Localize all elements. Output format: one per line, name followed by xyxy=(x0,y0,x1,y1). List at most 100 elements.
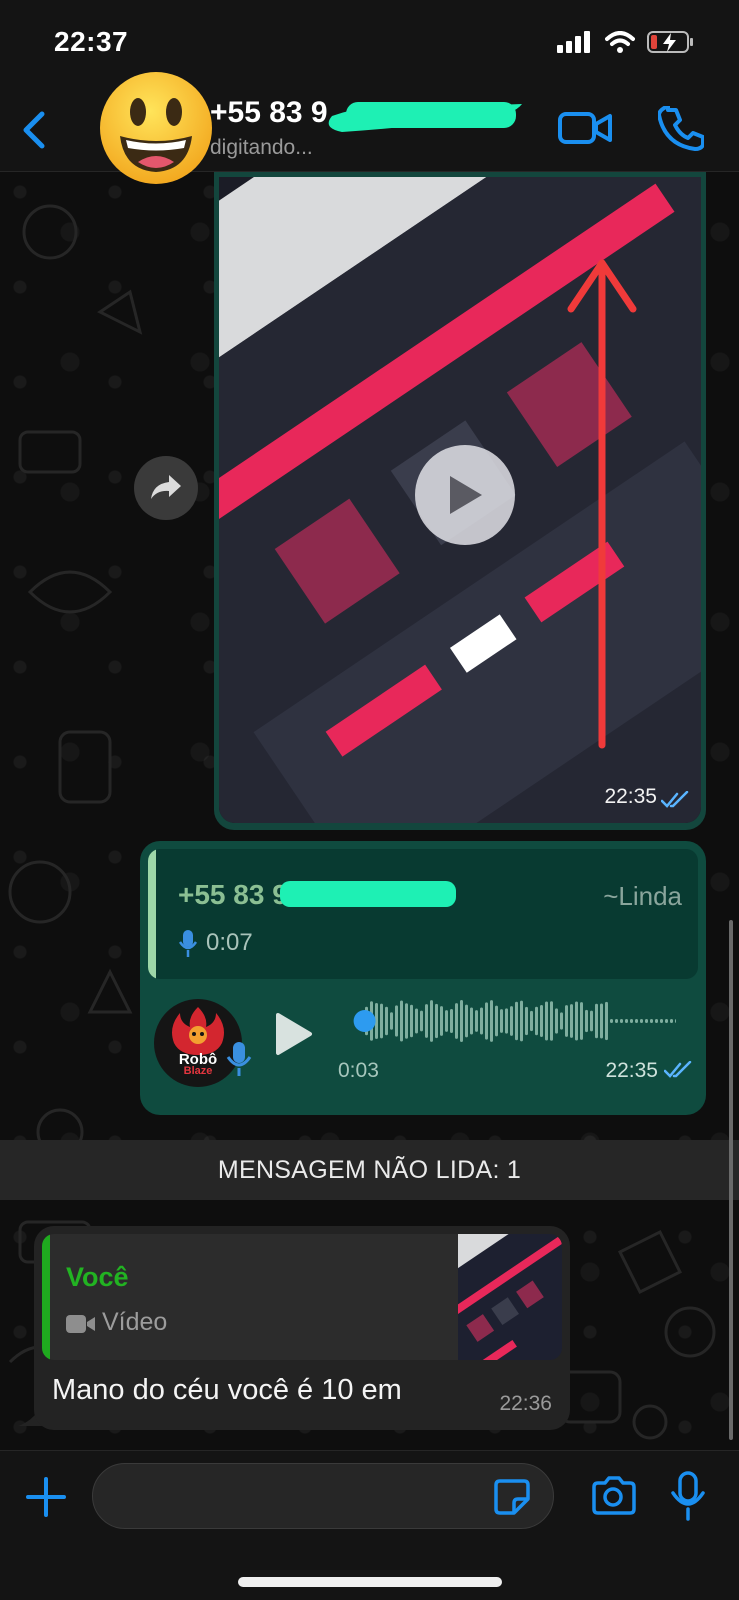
microphone-icon xyxy=(226,1042,252,1076)
waveform-bar xyxy=(510,1006,513,1036)
voice-call-button[interactable] xyxy=(658,106,704,152)
incoming-message-bubble[interactable]: Você Vídeo Mano do céu você é 10 em 22:3… xyxy=(34,1226,570,1430)
unread-messages-banner: MENSAGEM NÃO LIDA: 1 xyxy=(0,1140,739,1200)
waveform-bar xyxy=(595,1003,598,1039)
video-message-bubble[interactable]: 22:35 xyxy=(214,172,706,830)
waveform-bar xyxy=(485,1002,488,1040)
quote-accent-bar xyxy=(148,849,156,979)
read-receipt-icon xyxy=(664,1061,692,1078)
waveform-bars xyxy=(360,1000,676,1042)
chat-scrollbar[interactable] xyxy=(729,920,733,1440)
waveform-bar xyxy=(590,1010,593,1032)
waveform-bar xyxy=(480,1007,483,1035)
back-button[interactable] xyxy=(14,106,54,154)
chat-screen: 22:37 +55 83 9 digitando... 22:35 +55 83… xyxy=(0,0,739,1600)
quoted-duration: 0:07 xyxy=(206,929,253,956)
waveform-bar xyxy=(435,1003,438,1039)
wifi-icon xyxy=(605,31,635,53)
waveform-bar xyxy=(550,1001,553,1041)
quoted-media-label: Vídeo xyxy=(102,1308,168,1336)
microphone-icon xyxy=(178,930,198,957)
camera-button[interactable] xyxy=(590,1475,636,1517)
contact-name[interactable]: +55 83 9 xyxy=(210,96,328,130)
waveform-bar xyxy=(575,1001,578,1041)
message-text: Mano do céu você é 10 em xyxy=(52,1374,402,1406)
waveform-bar xyxy=(635,1019,638,1023)
audio-play-button[interactable] xyxy=(274,1011,314,1057)
waveform-bar xyxy=(660,1019,663,1023)
waveform-bar xyxy=(605,1001,608,1041)
waveform-bar xyxy=(395,1005,398,1037)
waveform-bar xyxy=(465,1004,468,1038)
waveform-bar xyxy=(430,1000,433,1042)
quoted-message[interactable]: Você Vídeo xyxy=(42,1234,562,1360)
waveform-bar xyxy=(500,1009,503,1033)
audio-message-bubble[interactable]: +55 83 9 ~Linda 0:07 Robô Blaze 0:03 22:… xyxy=(140,841,706,1115)
quoted-alias: ~Linda xyxy=(603,881,682,911)
audio-waveform[interactable] xyxy=(336,991,676,1051)
sticker-button[interactable] xyxy=(492,1477,532,1517)
quoted-sender: Você xyxy=(66,1262,129,1292)
message-time: 22:36 xyxy=(499,1392,552,1415)
video-play-button[interactable] xyxy=(415,445,515,545)
forward-icon xyxy=(151,475,181,499)
play-icon xyxy=(450,476,482,514)
waveform-bar xyxy=(640,1019,643,1023)
waveform-bar xyxy=(535,1006,538,1036)
waveform-bar xyxy=(470,1007,473,1035)
waveform-bar xyxy=(415,1008,418,1034)
quoted-video-preview xyxy=(458,1234,562,1360)
waveform-bar xyxy=(675,1019,676,1023)
waveform-bar xyxy=(455,1003,458,1039)
waveform-bar xyxy=(495,1005,498,1037)
waveform-bar xyxy=(520,1000,523,1042)
waveform-bar xyxy=(600,1003,603,1039)
waveform-bar xyxy=(665,1019,668,1023)
waveform-bar xyxy=(440,1006,443,1036)
waveform-bar xyxy=(565,1005,568,1037)
message-composer xyxy=(0,1450,739,1600)
contact-avatar[interactable] xyxy=(98,70,214,186)
waveform-bar xyxy=(515,1001,518,1041)
waveform-bar xyxy=(650,1019,653,1023)
contact-status: digitando... xyxy=(210,136,313,159)
waveform-bar xyxy=(645,1019,648,1023)
attach-button[interactable] xyxy=(24,1475,68,1519)
video-call-button[interactable] xyxy=(558,108,612,148)
waveform-bar xyxy=(490,1000,493,1042)
waveform-bar xyxy=(580,1002,583,1040)
quoted-message[interactable]: +55 83 9 ~Linda 0:07 xyxy=(148,849,698,979)
video-camera-icon xyxy=(66,1315,95,1333)
waveform-bar xyxy=(450,1008,453,1034)
microphone-button[interactable] xyxy=(670,1471,706,1521)
waveform-bar xyxy=(615,1019,618,1023)
audio-scrubber[interactable] xyxy=(353,1010,376,1032)
waveform-bar xyxy=(655,1019,658,1023)
message-input[interactable] xyxy=(92,1463,554,1529)
waveform-bar xyxy=(390,1012,393,1030)
video-thumbnail[interactable]: 22:35 xyxy=(219,177,701,823)
waveform-bar xyxy=(620,1019,623,1023)
waveform-bar xyxy=(585,1009,588,1033)
waveform-bar xyxy=(540,1005,543,1037)
quote-accent-bar xyxy=(42,1234,50,1360)
waveform-bar xyxy=(385,1006,388,1036)
waveform-bar xyxy=(445,1010,448,1032)
waveform-bar xyxy=(410,1004,413,1038)
read-receipt-icon xyxy=(661,791,689,808)
waveform-bar xyxy=(670,1019,673,1023)
quoted-video-thumbnail xyxy=(458,1234,562,1360)
waveform-bar xyxy=(420,1010,423,1032)
waveform-bar xyxy=(425,1004,428,1038)
waveform-bar xyxy=(400,1000,403,1042)
forward-button[interactable] xyxy=(134,456,198,520)
battery-charging-icon xyxy=(647,31,693,53)
home-indicator[interactable] xyxy=(238,1577,502,1587)
waveform-bar xyxy=(545,1001,548,1041)
waveform-bar xyxy=(625,1019,628,1023)
status-time: 22:37 xyxy=(54,26,129,57)
unread-banner-text: MENSAGEM NÃO LIDA: 1 xyxy=(217,1155,522,1184)
video-message-time: 22:35 xyxy=(604,785,657,808)
waveform-bar xyxy=(505,1008,508,1034)
waveform-bar xyxy=(530,1010,533,1032)
